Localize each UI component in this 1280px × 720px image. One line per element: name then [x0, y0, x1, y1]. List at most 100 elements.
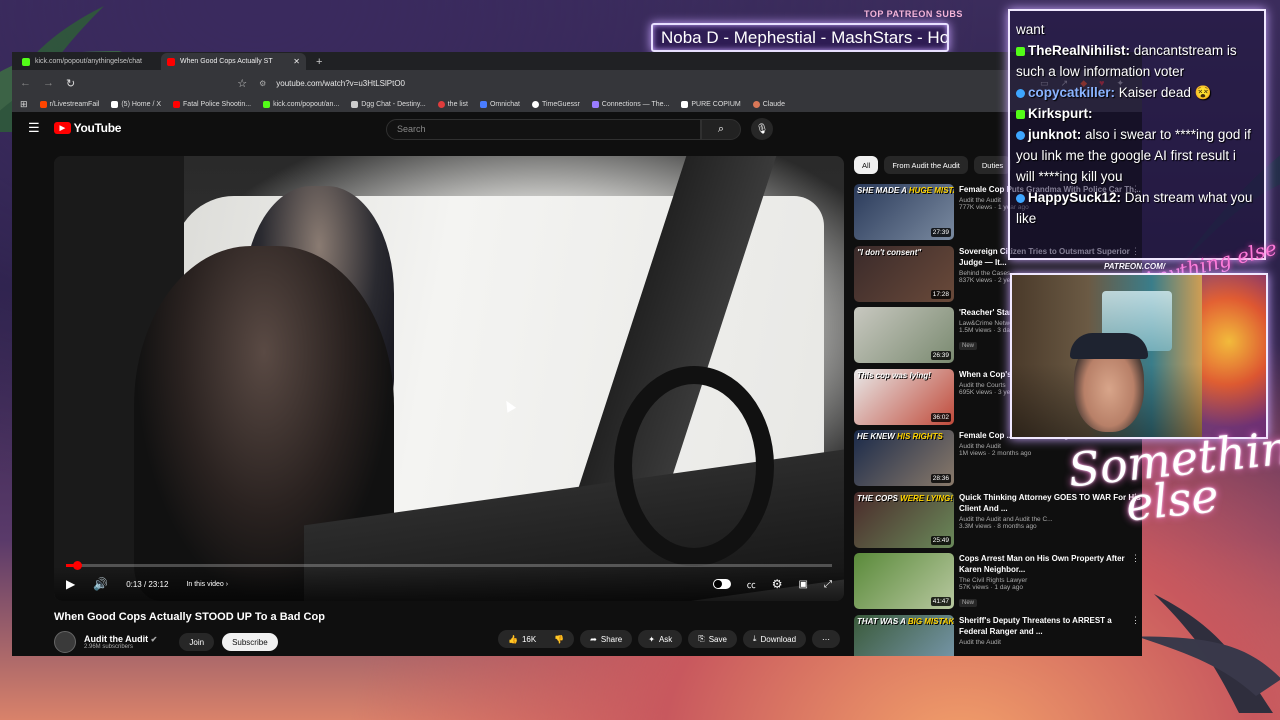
- tab-youtube[interactable]: When Good Cops Actually ST ✕: [161, 53, 306, 70]
- video-title: When Good Cops Actually STOOD UP To a Ba…: [54, 611, 325, 623]
- youtube-badge-icon: [1016, 88, 1025, 98]
- bookmark-item[interactable]: (5) Home / X: [111, 100, 161, 108]
- url-field[interactable]: ⚙ youtube.com/watch?v=u3HtLSlPtO0: [259, 79, 1028, 88]
- chapters-label: In this video: [186, 580, 224, 588]
- reload-icon[interactable]: ↻: [66, 77, 75, 90]
- miniplayer-icon[interactable]: ▣: [799, 579, 808, 590]
- ask-label: Ask: [658, 634, 673, 644]
- caption-text: HE KNEW: [857, 432, 897, 441]
- chat-message: junknot: also i swear to ****ing god if …: [1016, 124, 1258, 187]
- bookmark-item[interactable]: Dgg Chat - Destiny...: [351, 100, 426, 108]
- site-info-icon[interactable]: ⚙: [259, 79, 266, 88]
- search-icon[interactable]: ⌕: [701, 118, 741, 140]
- bookmark-star-icon[interactable]: ☆: [237, 77, 247, 90]
- bookmark-favicon: [479, 100, 487, 108]
- bookmark-item[interactable]: r/LivestreamFail: [39, 100, 99, 108]
- video-duration: 27:39: [930, 228, 951, 237]
- recommended-video[interactable]: 41:47 Cops Arrest Man on His Own Property…: [854, 553, 1142, 615]
- forward-icon[interactable]: →: [43, 77, 54, 89]
- bookmark-item[interactable]: Omnichat: [479, 100, 520, 108]
- join-button[interactable]: Join: [179, 633, 215, 651]
- more-actions-icon[interactable]: ⋯: [812, 630, 841, 648]
- menu-icon[interactable]: ☰: [28, 120, 40, 136]
- subscribe-button[interactable]: Subscribe: [222, 633, 278, 651]
- player-controls: ▶ 🔊 0:13 / 23:12 In this video › ㏄ ⚙ ▣ ⤢: [54, 567, 844, 601]
- chat-message: TheRealNihilist: dancantstream is such a…: [1016, 40, 1258, 82]
- chip-all[interactable]: All: [854, 156, 879, 174]
- share-button[interactable]: ➦ Share: [580, 630, 633, 648]
- video-thumbnail[interactable]: HE KNEW HIS RIGHTS 28:36: [854, 430, 954, 486]
- bookmark-favicon: [591, 100, 599, 108]
- chat-overlay: want TheRealNihilist: dancantstream is su…: [1008, 9, 1266, 260]
- new-tab-button[interactable]: +: [306, 56, 332, 70]
- thumbnail-caption: HE KNEW HIS RIGHTS: [857, 432, 943, 441]
- channel-avatar[interactable]: [54, 631, 76, 653]
- video-thumbnail[interactable]: 26:39: [854, 307, 954, 363]
- video-thumbnail[interactable]: THE COPS WERE LYING! 25:49: [854, 491, 954, 548]
- video-thumbnail[interactable]: SHE MADE A HUGE MISTAKE 27:39: [854, 184, 954, 240]
- chat-message: Kirkspurt:: [1016, 103, 1258, 124]
- x-favicon: [111, 100, 119, 108]
- more-options-icon[interactable]: ⋮: [1131, 553, 1140, 564]
- video-duration: 28:36: [930, 474, 951, 483]
- video-thumbnail[interactable]: This cop was lying! 36:02: [854, 368, 954, 425]
- bookmark-label: TimeGuessr: [541, 100, 580, 108]
- more-options-icon[interactable]: ⋮: [1131, 615, 1140, 626]
- thumbs-down-icon[interactable]: 👎: [554, 635, 564, 644]
- recommended-video[interactable]: THAT WAS A BIG MISTAKE Sheriff's Deputy T…: [854, 614, 1142, 656]
- youtube-logo[interactable]: ▶ YouTube: [53, 121, 121, 135]
- bookmark-item[interactable]: Fatal Police Shootin...: [173, 100, 251, 108]
- youtube-header: ☰ ▶ YouTube Search ⌕ 🎙: [12, 112, 1142, 144]
- bookmark-favicon: [39, 100, 47, 108]
- bookmark-label: PURE COPIUM: [691, 100, 741, 108]
- kick-favicon: [263, 100, 271, 108]
- close-tab-icon[interactable]: ✕: [293, 57, 300, 66]
- webcam-feed: [1010, 273, 1268, 439]
- download-button[interactable]: ⤓ Download: [742, 630, 807, 648]
- share-arrow-icon: ➦: [590, 634, 597, 644]
- play-icon[interactable]: ▶: [66, 577, 75, 591]
- video-title-link[interactable]: Sheriff's Deputy Threatens to ARREST a F…: [959, 615, 1142, 637]
- caption-highlight: WERE LYING!: [900, 493, 953, 503]
- bookmark-item[interactable]: Claude: [752, 100, 785, 108]
- autoplay-toggle[interactable]: [712, 579, 731, 589]
- caption-highlight: BIG MISTAKE: [907, 616, 954, 626]
- bookmark-favicon: [351, 100, 359, 108]
- apps-grid-icon[interactable]: ⊞: [20, 99, 28, 110]
- back-icon[interactable]: ←: [20, 77, 31, 89]
- bookmark-item[interactable]: kick.com/popout/an...: [263, 100, 340, 108]
- bookmark-item[interactable]: Connections — The...: [591, 100, 669, 108]
- video-views: 57K views · 1 day ago: [959, 584, 1023, 591]
- ask-button[interactable]: ✦ Ask: [638, 630, 683, 648]
- bookmark-item[interactable]: PURE COPIUM: [681, 100, 741, 108]
- tab-label: When Good Cops Actually ST: [180, 58, 273, 65]
- video-player[interactable]: ▶ 🔊 0:13 / 23:12 In this video › ㏄ ⚙ ▣ ⤢: [54, 156, 844, 601]
- channel-name[interactable]: Audit the Audit ✔: [84, 634, 157, 644]
- video-thumbnail[interactable]: THAT WAS A BIG MISTAKE: [854, 614, 954, 656]
- bookmark-icon: ⎘: [698, 634, 705, 643]
- video-thumbnail[interactable]: 41:47: [854, 553, 954, 609]
- captions-icon[interactable]: ㏄: [747, 578, 756, 591]
- chapters-button[interactable]: In this video ›: [186, 581, 228, 588]
- volume-icon[interactable]: 🔊: [93, 577, 108, 591]
- bookmark-label: Omnichat: [489, 100, 520, 108]
- chip-duties[interactable]: Duties: [973, 156, 1012, 174]
- bookmark-label: Dgg Chat - Destiny...: [361, 100, 426, 108]
- save-button[interactable]: ⎘ Save: [688, 630, 737, 648]
- search-input[interactable]: Search: [386, 118, 701, 140]
- fullscreen-icon[interactable]: ⤢: [824, 579, 832, 590]
- microphone-icon[interactable]: 🎙: [751, 118, 773, 140]
- video-title-link[interactable]: Cops Arrest Man on His Own Property Afte…: [959, 553, 1142, 575]
- settings-gear-icon[interactable]: ⚙: [772, 577, 783, 591]
- caption-text: THAT WAS A: [857, 616, 908, 626]
- bookmark-item[interactable]: the list: [437, 100, 468, 108]
- bookmark-favicon: [437, 100, 445, 108]
- bookmark-item[interactable]: TimeGuessr: [531, 100, 580, 108]
- tab-kick-chat[interactable]: kick.com/popout/anythingelse/chat: [16, 53, 161, 70]
- share-label: Share: [600, 634, 623, 644]
- like-button[interactable]: 👍 16K 👎: [498, 630, 575, 648]
- video-thumbnail[interactable]: "I don't consent" 17:28: [854, 245, 954, 302]
- chip-from-channel[interactable]: From Audit the Audit: [884, 156, 968, 174]
- bookmark-label: kick.com/popout/an...: [273, 100, 340, 108]
- thumbnail-caption: THE COPS WERE LYING!: [857, 494, 953, 503]
